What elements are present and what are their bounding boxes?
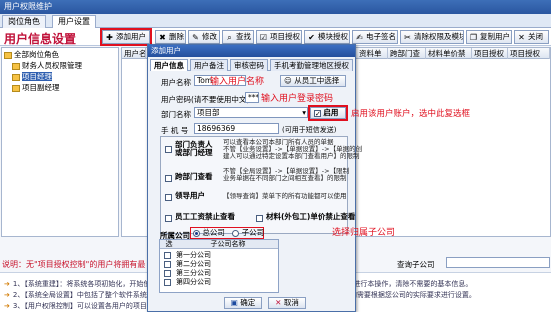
perm-leader-desc: 【领导查询】菜单下的所有功能都可以使用	[223, 192, 347, 200]
table-row[interactable]: 第四分公司	[160, 278, 278, 286]
tree-item-root[interactable]: 全部岗位角色	[4, 50, 59, 60]
company-radio-sub[interactable]: 子公司	[232, 228, 264, 237]
grid-header-cell[interactable]: 项目授权	[508, 48, 550, 59]
copy-user-button[interactable]: ❐ 复制用户	[466, 30, 512, 44]
close-button[interactable]: ✕ 关闭	[514, 30, 549, 44]
delete-button[interactable]: ✖ 删除	[155, 30, 186, 44]
tree-item-finance[interactable]: 财务人员权限管理	[12, 61, 82, 71]
perm-cross-dept-desc: 不管【全局设置】->【单据设置】->【限制 业务单据在不同部门之间相互查看】的限…	[223, 167, 350, 182]
grid-header-cell[interactable]: 材料单价禁	[426, 48, 472, 59]
tab-mobile-attendance[interactable]: 手机考勤管理地区授权	[270, 59, 353, 71]
e-signature-button[interactable]: ✍ 电子签名	[352, 30, 398, 44]
save-icon: ▣	[230, 298, 238, 307]
grid-header-cell[interactable]: 用户名	[122, 48, 146, 59]
table-row[interactable]: 第三分公司	[160, 269, 278, 277]
perm-cross-dept-title: 跨部门查看	[175, 172, 213, 181]
query-subsidiary-select[interactable]	[446, 257, 550, 268]
cancel-button[interactable]: ✕ 取消	[268, 297, 306, 309]
username-hint: 输入用户名称	[210, 77, 265, 87]
add-user-dialog: 添加用户 用户信息 用户备注 审核密码 手机考勤管理地区授权 用户名称 Tom …	[147, 44, 470, 312]
perm-leader-checkbox[interactable]	[165, 193, 172, 202]
password-label: 用户密码(请不要使用中文)	[161, 95, 250, 104]
checkbox-icon: ☑	[259, 33, 268, 42]
copy-icon: ❐	[469, 33, 478, 42]
window-title: 用户权限维护	[4, 2, 52, 11]
phone-label: 手 机 号	[161, 126, 189, 135]
dialog-tabs: 用户信息 用户备注 审核密码 手机考勤管理地区授权	[150, 59, 353, 71]
table-header: 选	[160, 240, 178, 249]
phone-note: (可用于短信发送)	[282, 126, 337, 134]
signature-icon: ✍	[356, 33, 363, 42]
page-title: 用户信息设置	[4, 32, 77, 46]
folder-icon	[4, 51, 12, 59]
folder-icon	[12, 62, 20, 70]
note-text: 说明：无"项目授权控制"的用户将拥有最	[2, 260, 146, 269]
department-label: 部门名称	[161, 110, 191, 119]
perm-salary-checkbox[interactable]	[165, 214, 172, 223]
dialog-title: 添加用户	[148, 45, 355, 57]
password-field[interactable]: ***	[245, 92, 259, 103]
find-button[interactable]: ⌕ 查找	[222, 30, 254, 44]
perm-leader-title: 领导用户	[175, 191, 205, 200]
company-radio-group: 总公司 子公司	[190, 227, 264, 239]
phone-field[interactable]: 18696369	[194, 123, 279, 134]
company-hint: 选择归属子公司	[332, 228, 396, 238]
subsidiary-table[interactable]: 选 子公司名称 第一分公司 第二分公司 第三分公司 第四分公司	[159, 239, 279, 293]
permissions-box: 部门负责人 或部门经理 可以查看本公司本部门所有人员的单据 不管【业务设置】->…	[160, 136, 362, 234]
department-select[interactable]: 项目部 ▾	[194, 107, 308, 118]
arrow-icon: ➔	[4, 280, 10, 288]
edit-button[interactable]: ✎ 修改	[188, 30, 220, 44]
add-user-button[interactable]: ✚ 添加用户	[100, 28, 152, 46]
query-subsidiary-label: 查询子公司	[397, 260, 435, 269]
ok-button[interactable]: ▣ 确定	[224, 297, 262, 309]
project-auth-button[interactable]: ☑ 项目授权	[256, 30, 302, 44]
arrow-icon: ➔	[4, 291, 10, 299]
select-from-employees-button[interactable]: ☺ 从员工中选择	[280, 75, 346, 87]
person-icon: ☺	[284, 76, 292, 85]
grid-header-cell[interactable]: 资料单	[357, 48, 388, 59]
table-row[interactable]: 第二分公司	[160, 260, 278, 268]
password-hint: 输入用户登录密码	[261, 94, 334, 104]
tree-item-project-manager[interactable]: 项目经理	[12, 72, 52, 82]
search-icon: ⌕	[227, 33, 232, 42]
delete-icon: ✖	[159, 33, 166, 42]
check-icon: ✓	[314, 109, 321, 118]
folder-icon	[12, 84, 20, 92]
add-icon: ✚	[106, 33, 113, 42]
perm-cross-dept-checkbox[interactable]	[165, 174, 172, 183]
tab-audit-password[interactable]: 审核密码	[230, 59, 268, 71]
perm-dept-manager-desc: 可以查看本公司本部门所有人员的单据 不管【业务设置】->【单据设置】->【单据的…	[223, 138, 363, 160]
username-label: 用户名称	[161, 78, 191, 87]
window-tab-bar: 岗位角色 用户设置	[0, 14, 551, 28]
tab-roles[interactable]: 岗位角色	[2, 15, 46, 28]
window-title-bar: 用户权限维护	[0, 0, 551, 14]
perm-material-title: 材料(外包工)单价禁止查看	[266, 212, 356, 221]
close-icon: ✕	[518, 33, 525, 42]
grid-header-cell[interactable]: 项目授权	[472, 48, 508, 59]
module-auth-button[interactable]: ✔ 模块授权	[304, 30, 350, 44]
perm-dept-manager-title: 部门负责人 或部门经理	[175, 140, 213, 157]
enable-checkbox[interactable]: ✓ 启用	[308, 105, 348, 121]
close-icon: ✕	[275, 298, 282, 307]
clear-permissions-button[interactable]: ✂ 清除权限及模块	[400, 30, 464, 44]
tab-user-info[interactable]: 用户信息	[150, 59, 188, 71]
grid-header-cell[interactable]: 跨部门查	[388, 48, 426, 59]
folder-icon	[12, 73, 20, 81]
company-radio-hq[interactable]: 总公司	[193, 228, 225, 237]
arrow-icon: ➔	[4, 302, 10, 310]
tab-user-settings[interactable]: 用户设置	[52, 15, 96, 28]
perm-material-checkbox[interactable]	[256, 214, 263, 223]
tree-item-deputy-manager[interactable]: 项目副经理	[12, 83, 60, 93]
scissors-icon: ✂	[404, 33, 411, 42]
role-tree[interactable]: 全部岗位角色 财务人员权限管理 项目经理 项目副经理	[1, 47, 119, 237]
perm-dept-manager-checkbox[interactable]	[165, 145, 172, 154]
table-row[interactable]: 第一分公司	[160, 251, 278, 259]
check-icon: ✔	[308, 33, 315, 42]
perm-salary-title: 员工工资禁止查看	[175, 212, 235, 221]
enable-hint: 启用该用户账户，选中此复选框	[351, 109, 471, 119]
table-header: 子公司名称	[178, 240, 278, 249]
edit-icon: ✎	[192, 33, 199, 42]
chevron-down-icon: ▾	[302, 108, 306, 117]
tab-user-notes[interactable]: 用户备注	[190, 59, 228, 71]
